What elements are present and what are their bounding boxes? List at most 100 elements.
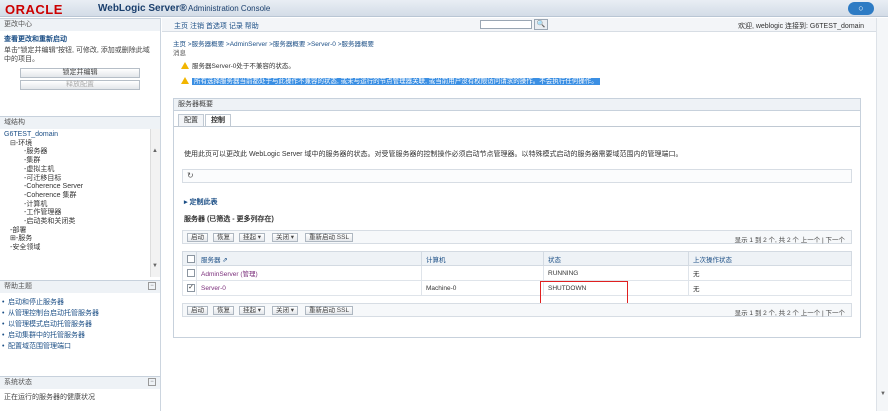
last-action-cell: 无 <box>688 280 852 296</box>
state-cell: RUNNING <box>543 265 689 281</box>
top-nav-links[interactable]: 主页 注销 首选项 记录 帮助 <box>174 21 259 31</box>
collapse-icon[interactable]: − <box>148 378 156 386</box>
customize-table-link[interactable]: ▸ 定制此表 <box>184 197 217 207</box>
search-input[interactable] <box>480 20 532 29</box>
tree-item-migratable-targets[interactable]: -可迁移目标 <box>4 175 156 184</box>
refresh-bar: ↻ <box>182 169 852 183</box>
system-status-title: 系统状态 − <box>0 377 160 389</box>
tree-item-services[interactable]: ⊞-服务 <box>4 235 156 244</box>
tree-item-clusters[interactable]: -集群 <box>4 157 156 166</box>
server-summary-panel: 服务器概要 配置 控制 使用此页可以更改此 WebLogic Server 域中的… <box>173 98 861 338</box>
col-header-machine[interactable]: 计算机 <box>421 251 544 266</box>
system-status-text: 正在运行的服务器的健康状况 <box>4 394 95 401</box>
lock-and-edit-button[interactable]: 锁定并编辑 <box>20 68 140 78</box>
tab-divider <box>174 126 860 127</box>
system-status: 系统状态 − 正在运行的服务器的健康状况 <box>0 376 160 411</box>
minimize-icon[interactable]: ○ <box>848 2 874 15</box>
search-icon[interactable]: 🔍 <box>534 19 548 30</box>
change-center-title: 更改中心 <box>0 19 160 31</box>
machine-cell <box>421 265 544 281</box>
page-scrollbar[interactable]: ▼ <box>876 18 888 411</box>
message-warning-highlighted: 所有选择服务器当前都处于与此操作不兼容的状态, 或未与运行的节点管理器关联, 或… <box>181 77 600 86</box>
table-toolbar-top: 启动 恢复 挂起 ▾ 关闭 ▾ 重新启动 SSL 显示 1 到 2 个, 共 2… <box>182 230 852 244</box>
tab-bar: 配置 控制 <box>178 114 232 126</box>
domain-tree: G6TEST_domain ⊟-环境 -服务器 -集群 -虚拟主机 -可迁移目标… <box>0 129 160 277</box>
machine-cell: Machine-0 <box>421 280 544 296</box>
domain-structure-title: 域结构 <box>0 117 160 129</box>
start-button[interactable]: 启动 <box>187 233 208 242</box>
help-list: 启动和停止服务器 从管理控制台启动托管服务器 以管理模式启动托管服务器 启动集群… <box>0 293 160 352</box>
messages-label: 消息 <box>173 50 186 57</box>
collapse-icon[interactable]: − <box>148 282 156 290</box>
help-title-text: 帮助主题 <box>4 283 32 290</box>
refresh-icon[interactable]: ↻ <box>187 171 194 180</box>
suspend-button[interactable]: 挂起 ▾ <box>239 233 266 242</box>
col-header-server[interactable]: 服务器 ⇗ <box>196 251 422 266</box>
chevron-up-icon[interactable]: ▲ <box>152 147 158 156</box>
restart-ssl-button[interactable]: 重新启动 SSL <box>305 233 354 242</box>
resume-button[interactable]: 恢复 <box>213 306 234 315</box>
help-topics-title: 帮助主题 − <box>0 281 160 293</box>
system-status-title-text: 系统状态 <box>4 379 32 386</box>
console-name: Administration Console <box>188 4 271 13</box>
server-link[interactable]: AdminServer (管理) <box>196 265 422 281</box>
col-header-last-action[interactable]: 上次操作状态 <box>688 251 852 266</box>
domain-structure: 域结构 G6TEST_domain ⊟-环境 -服务器 -集群 -虚拟主机 -可… <box>0 116 160 277</box>
pager[interactable]: 显示 1 到 2 个, 共 2 个 上一个 | 下一个 <box>735 234 845 244</box>
left-sidebar: 更改中心 查看更改和重新启动 单击"锁定并编辑"按钮, 可修改, 添加或删除此域… <box>0 18 161 411</box>
change-center-subtitle[interactable]: 查看更改和重新启动 <box>0 34 160 44</box>
help-link[interactable]: 启动集群中的托管服务器 <box>0 330 160 341</box>
restart-ssl-button[interactable]: 重新启动 SSL <box>305 306 354 315</box>
table-header-row: 服务器 ⇗ 计算机 状态 上次操作状态 <box>182 251 852 266</box>
shutdown-button[interactable]: 关闭 ▾ <box>272 233 299 242</box>
tree-item-coherence-cluster[interactable]: -Coherence 集群 <box>4 192 156 201</box>
help-link[interactable]: 以管理模式启动托管服务器 <box>0 319 160 330</box>
page-description: 使用此页可以更改此 WebLogic Server 域中的服务器的状态。对受管服… <box>184 151 683 158</box>
panel-title: 服务器概要 <box>174 99 860 111</box>
release-config-button[interactable]: 释放配置 <box>20 80 140 90</box>
chevron-down-icon[interactable]: ▼ <box>152 262 158 271</box>
help-link[interactable]: 配置域范围管理端口 <box>0 341 160 352</box>
chevron-down-icon[interactable]: ▼ <box>880 391 886 397</box>
pager[interactable]: 显示 1 到 2 个, 共 2 个 上一个 | 下一个 <box>735 307 845 317</box>
tab-configuration[interactable]: 配置 <box>178 114 204 126</box>
select-all-cell[interactable] <box>182 251 197 266</box>
start-button[interactable]: 启动 <box>187 306 208 315</box>
row-checkbox-cell[interactable] <box>182 265 197 281</box>
change-center-text: 单击"锁定并编辑"按钮, 可修改, 添加或删除此域中的项目。 <box>4 47 150 63</box>
row-checkbox-cell[interactable]: ✓ <box>182 280 197 296</box>
resume-button[interactable]: 恢复 <box>213 233 234 242</box>
table-title: 服务器 (已筛选 - 更多列存在) <box>184 216 274 223</box>
highlight-annotation-box <box>540 281 628 305</box>
shutdown-button[interactable]: 关闭 ▾ <box>272 306 299 315</box>
warning-icon <box>181 77 189 84</box>
help-link[interactable]: 从管理控制台启动托管服务器 <box>0 308 160 319</box>
top-nav-bar: 主页 注销 首选项 记录 帮助 🔍 欢迎, weblogic 连接到: G6TE… <box>162 18 888 32</box>
message-warning: 服务器Server-0处于不兼容的状态。 <box>181 62 295 71</box>
tree-scrollbar[interactable]: ▲ ▼ <box>150 129 160 277</box>
tree-item-coherence-server[interactable]: -Coherence Server <box>4 183 156 192</box>
tree-item-work-managers[interactable]: -工作管理器 <box>4 209 156 218</box>
console-header: ORACLE WebLogic Server® Administration C… <box>0 0 888 17</box>
tree-item-startup-shutdown[interactable]: -启动类和关闭类 <box>4 218 156 227</box>
select-all-checkbox[interactable] <box>187 254 195 263</box>
breadcrumb[interactable]: 主页 >服务器概要 >AdminServer >服务器概要 >Server-0 … <box>173 38 374 48</box>
row-checkbox[interactable]: ✓ <box>187 284 195 292</box>
message-text: 所有选择服务器当前都处于与此操作不兼容的状态, 或未与运行的节点管理器关联, 或… <box>192 78 600 85</box>
tree-item-virtual-hosts[interactable]: -虚拟主机 <box>4 166 156 175</box>
row-checkbox[interactable] <box>187 269 195 277</box>
help-link[interactable]: 启动和停止服务器 <box>0 297 160 308</box>
tab-control[interactable]: 控制 <box>205 114 231 126</box>
tree-item-domain[interactable]: G6TEST_domain <box>4 131 156 140</box>
change-center: 更改中心 查看更改和重新启动 单击"锁定并编辑"按钮, 可修改, 添加或删除此域… <box>0 18 160 98</box>
oracle-logo: ORACLE <box>5 2 63 17</box>
message-text: 服务器Server-0处于不兼容的状态。 <box>192 63 295 70</box>
col-header-state[interactable]: 状态 <box>543 251 689 266</box>
server-link[interactable]: Server-0 <box>196 280 422 296</box>
servers-table: 服务器 ⇗ 计算机 状态 上次操作状态 AdminServer (管理) RUN… <box>182 251 852 296</box>
tree-item-servers[interactable]: -服务器 <box>4 148 156 157</box>
suspend-button[interactable]: 挂起 ▾ <box>239 306 266 315</box>
warning-icon <box>181 62 189 69</box>
table-toolbar-bottom: 启动 恢复 挂起 ▾ 关闭 ▾ 重新启动 SSL 显示 1 到 2 个, 共 2… <box>182 303 852 317</box>
tree-item-security-realms[interactable]: -安全领域 <box>4 244 156 253</box>
